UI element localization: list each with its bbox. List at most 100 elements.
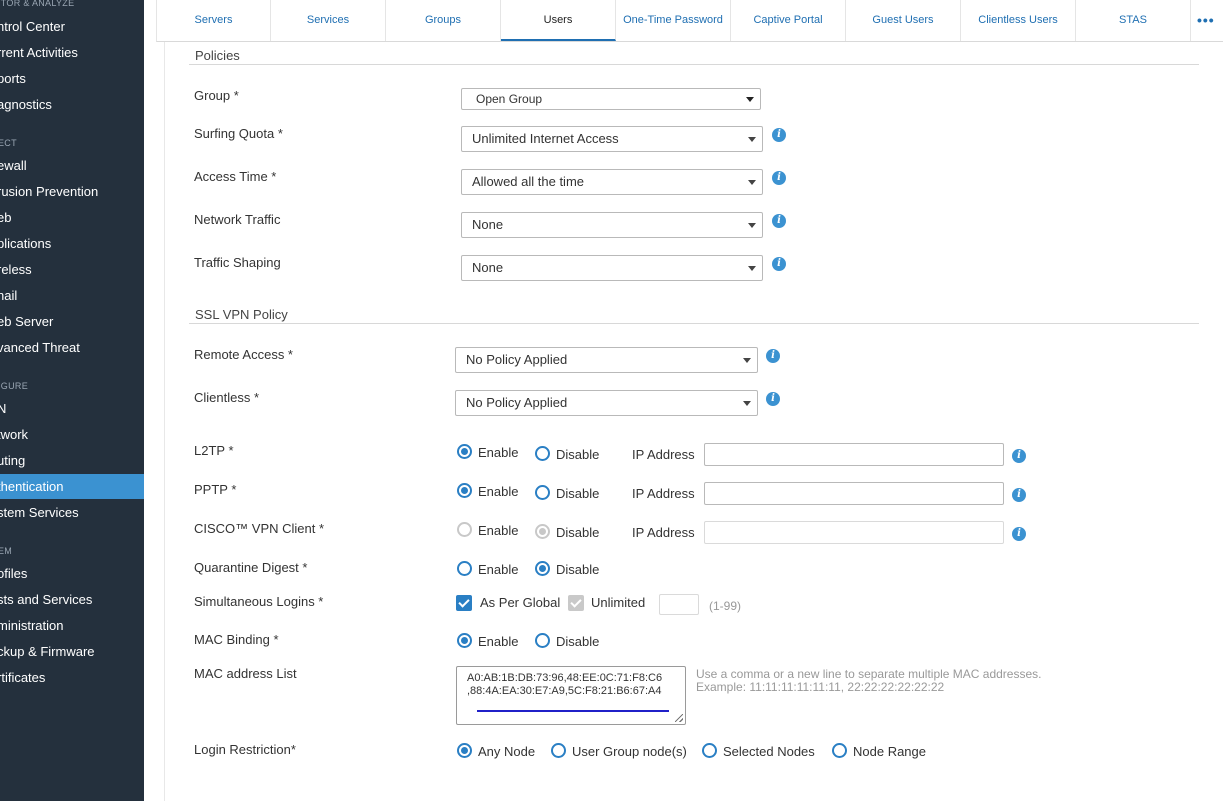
group-select[interactable]: Open Group [461,88,761,110]
login-restriction-label: Login Restriction* [194,742,296,757]
pptp-enable-radio[interactable] [457,483,472,498]
sidebar-item-hosts-and-services[interactable]: sts and Services [0,587,144,612]
info-icon[interactable]: i [772,257,786,271]
sidebar-item-label: reless [0,262,32,277]
info-icon[interactable]: i [1012,449,1026,463]
unlimited-label: Unlimited [591,595,646,610]
mac-address-line: A0:AB:1B:DB:73:96,48:EE:0C:71:F8:C6 [467,672,663,684]
sidebar-item-intrusion-prevention[interactable]: rusion Prevention [0,179,144,204]
ssl-vpn-title: SSL VPN Policy [195,307,288,322]
sidebar-section-configure: IGURE [0,381,29,391]
mac-address-hint: Use a comma or a new line to separate mu… [696,667,1042,681]
tab-services[interactable]: Services [271,0,386,41]
as-per-global-checkbox[interactable] [456,595,472,611]
sidebar-item-label: ntrol Center [0,19,65,34]
any-node-radio[interactable] [457,743,472,758]
cisco-vpn-label: CISCO™ VPN Client * [194,521,325,536]
node-range-radio[interactable] [832,743,847,758]
traffic-shaping-label: Traffic Shaping [194,255,281,270]
l2tp-disable-radio[interactable] [535,446,550,461]
sidebar-item-reports[interactable]: ports [0,66,144,91]
resize-grip-icon[interactable] [675,714,683,722]
user-form: Policies Group * Open Group Surfing Quot… [164,42,1223,801]
info-icon[interactable]: i [1012,488,1026,502]
network-traffic-select[interactable]: None [461,212,763,238]
sidebar-item-advanced-threat[interactable]: vanced Threat [0,335,144,360]
pptp-disable-radio[interactable] [535,485,550,500]
pptp-ip-address-input[interactable] [704,482,1004,505]
simultaneous-logins-input[interactable] [659,594,699,615]
surfing-quota-select[interactable]: Unlimited Internet Access [461,126,763,152]
cisco-disable-radio[interactable] [535,524,550,539]
traffic-shaping-value: None [472,260,504,275]
info-icon[interactable]: i [766,392,780,406]
sidebar-item-control-center[interactable]: ntrol Center [0,14,144,39]
cisco-enable-label: Enable [478,523,519,538]
unlimited-checkbox[interactable] [568,595,584,611]
tab-servers[interactable]: Servers [157,0,271,41]
sidebar-item-wireless[interactable]: reless [0,257,144,282]
tab-groups[interactable]: Groups [386,0,501,41]
tab-clientless-users[interactable]: Clientless Users [961,0,1076,41]
clientless-select[interactable]: No Policy Applied [455,390,758,416]
l2tp-enable-radio[interactable] [457,444,472,459]
chevron-down-icon [748,180,756,185]
user-group-nodes-radio[interactable] [551,743,566,758]
tab-captive-portal[interactable]: Captive Portal [731,0,846,41]
sidebar-item-email[interactable]: nail [0,283,144,308]
chevron-down-icon [743,401,751,406]
sidebar-item-vpn[interactable]: N [0,396,144,421]
sidebar-item-web-server[interactable]: eb Server [0,309,144,334]
sidebar-item-system-services[interactable]: stem Services [0,500,144,525]
sidebar-item-certificates[interactable]: rtificates [0,665,144,690]
info-icon[interactable]: i [1012,527,1026,541]
remote-access-label: Remote Access * [194,347,293,362]
sidebar-item-label: ministration [0,618,64,633]
sidebar-item-label: sts and Services [0,592,93,607]
quarantine-enable-radio[interactable] [457,561,472,576]
mac-binding-enable-radio[interactable] [457,633,472,648]
sidebar-item-current-activities[interactable]: rrent Activities [0,40,144,65]
info-icon[interactable]: i [766,349,780,363]
l2tp-ip-address-input[interactable] [704,443,1004,466]
policies-title: Policies [195,48,240,63]
sidebar-item-diagnostics[interactable]: agnostics [0,92,144,117]
access-time-select[interactable]: Allowed all the time [461,169,763,195]
tab-guest-users[interactable]: Guest Users [846,0,961,41]
sidebar-item-label: ofiles [0,566,28,581]
surfing-quota-value: Unlimited Internet Access [472,131,619,146]
sidebar-item-backup-firmware[interactable]: ckup & Firmware [0,639,144,664]
info-icon[interactable]: i [772,214,786,228]
sidebar-item-web[interactable]: eb [0,205,144,230]
tab-stas[interactable]: STAS [1076,0,1191,41]
tab-users[interactable]: Users [501,0,616,41]
chevron-down-icon [748,223,756,228]
sidebar-item-routing[interactable]: uting [0,448,144,473]
mac-binding-disable-radio[interactable] [535,633,550,648]
quarantine-disable-label: Disable [556,562,600,577]
remote-access-select[interactable]: No Policy Applied [455,347,758,373]
mac-address-list-label: MAC address List [194,666,297,681]
quarantine-disable-radio[interactable] [535,561,550,576]
more-tabs-icon[interactable]: ••• [1197,12,1215,28]
cisco-ip-address-input[interactable] [704,521,1004,544]
sidebar-item-profiles[interactable]: ofiles [0,561,144,586]
l2tp-enable-label: Enable [478,445,519,460]
sidebar-item-label: eb [0,210,12,225]
sidebar-item-authentication[interactable]: thentication [0,474,144,499]
sidebar-item-firewall[interactable]: ewall [0,153,144,178]
cisco-enable-radio[interactable] [457,522,472,537]
sidebar-item-applications[interactable]: plications [0,231,144,256]
sidebar-item-administration[interactable]: ministration [0,613,144,638]
traffic-shaping-select[interactable]: None [461,255,763,281]
sidebar-item-network[interactable]: twork [0,422,144,447]
mac-binding-disable-label: Disable [556,634,600,649]
mac-address-list-textarea[interactable]: A0:AB:1B:DB:73:96,48:EE:0C:71:F8:C6 ,88:… [456,666,686,725]
pptp-label: PPTP * [194,482,237,497]
mac-binding-label: MAC Binding * [194,632,279,647]
selected-nodes-radio[interactable] [702,743,717,758]
info-icon[interactable]: i [772,171,786,185]
tab-one-time-password[interactable]: One-Time Password [616,0,731,41]
selected-nodes-label: Selected Nodes [723,744,815,759]
info-icon[interactable]: i [772,128,786,142]
